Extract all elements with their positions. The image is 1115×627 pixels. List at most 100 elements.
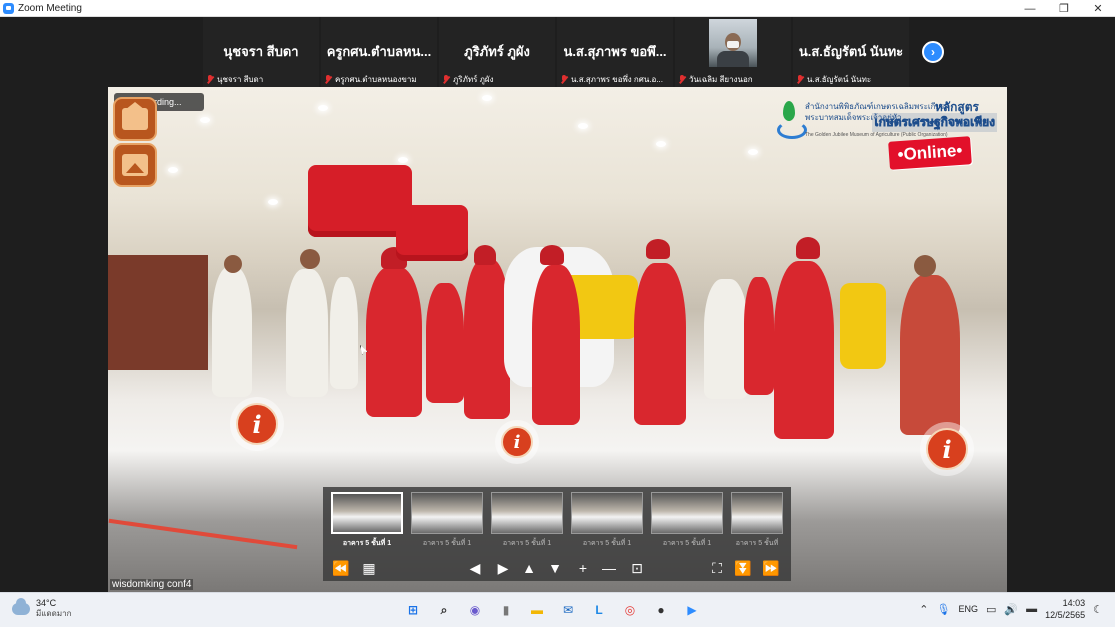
home-button[interactable]	[113, 97, 157, 141]
forward-button[interactable]: ⏩	[761, 557, 781, 579]
info-hotspot-button[interactable]: i	[501, 426, 533, 458]
clock-date: 12/5/2565	[1045, 610, 1086, 620]
rewind-button[interactable]: ⏪	[331, 557, 351, 579]
figure-red	[634, 263, 686, 425]
scene-thumbnail-image	[651, 492, 723, 534]
window-title: Zoom Meeting	[18, 2, 82, 14]
online-badge: •Online•	[888, 136, 972, 170]
participant-name: น.ส.ธัญรัตน์ นันทะ	[798, 44, 904, 59]
zoom-icon[interactable]: ▶	[681, 599, 703, 621]
chat-icon[interactable]: ◉	[464, 599, 486, 621]
pan-left-button[interactable]: ◀	[465, 557, 485, 579]
weather-desc: มีแดดมาก	[36, 609, 72, 618]
scene-thumbnail[interactable]: อาคาร 5 ชั้นที่ 1	[491, 492, 563, 550]
figure-red	[532, 265, 580, 425]
weather-widget[interactable]: 34°C มีแดดมาก	[12, 597, 72, 619]
figure-hat	[474, 245, 496, 265]
scene-thumbnail[interactable]: อาคาร 5 ชั้นที่ 1	[651, 492, 723, 550]
ceiling-light	[200, 117, 210, 123]
participant-footer: ครูกศน.ตำบลหนองขาม	[324, 73, 417, 85]
chrome-icon[interactable]: ◎	[619, 599, 641, 621]
pan-down-button[interactable]: ▼	[545, 557, 565, 579]
participant-tile[interactable]: น.ส.สุภาพร ขอพึ... น.ส.สุภาพร ขอพึ่ง กศน…	[557, 17, 673, 87]
folder-icon[interactable]: ▬	[526, 599, 548, 621]
participant-tile[interactable]: น.ส.ธัญรัตน์ นันทะ น.ส.ธัญรัตน์ นันทะ	[793, 17, 909, 87]
mail-icon[interactable]: ✉	[557, 599, 579, 621]
tour-navigation-panel: อาคาร 5 ชั้นที่ 1 อาคาร 5 ชั้นที่ 1 อาคา…	[323, 487, 791, 581]
vr-mode-button[interactable]: ⊡	[627, 557, 647, 579]
participant-footer: น.ส.ธัญรัตน์ นันทะ	[796, 73, 871, 85]
participant-footer: วันเฉลิม สียางนอก	[678, 73, 753, 85]
mic-muted-icon	[560, 74, 568, 84]
taskbar-apps: ⊞ ⌕ ◉ ▮ ▬ ✉ L ◎ ● ▶	[402, 599, 703, 621]
clock[interactable]: 14:03 12/5/2565	[1045, 597, 1085, 621]
participant-label: น.ส.ธัญรัตน์ นันทะ	[807, 74, 872, 84]
fullscreen-button[interactable]: ⛶	[707, 557, 727, 579]
participant-tile-video[interactable]: วันเฉลิม สียางนอก	[675, 17, 791, 87]
ceiling-light	[318, 105, 328, 111]
participant-tile[interactable]: ภูริภัทร์ ภูผัง ภูริภัทร์ ภูผัง	[439, 17, 555, 87]
participant-name: ครูกศน.ตำบลหน...	[326, 44, 432, 59]
shared-screen: Recording... สำนักงานพิพิธภัณฑ์เกษตรเฉลิ…	[108, 87, 1007, 592]
museum-english-name: The Golden Jubilee Museum of Agriculture…	[805, 132, 948, 138]
search-icon[interactable]: ⌕	[433, 599, 455, 621]
notification-icon[interactable]: ☾	[1093, 603, 1103, 616]
participant-label: ครูกศน.ตำบลหนองขาม	[335, 74, 417, 84]
ceiling-light	[578, 123, 588, 129]
grid-button[interactable]: ▦	[359, 557, 379, 579]
next-participants-button[interactable]: ›	[922, 41, 944, 63]
scene-label: อาคาร 5 ชั้นที่ 1	[662, 540, 712, 547]
chevron-up-icon[interactable]: ⌃	[919, 603, 928, 616]
mic-muted-icon	[678, 74, 686, 84]
microphone-icon[interactable]: 🎙	[936, 603, 950, 616]
participant-tile[interactable]: ครูกศน.ตำบลหน... ครูกศน.ตำบลหนองขาม	[321, 17, 437, 87]
participant-name: ภูริภัทร์ ภูผัง	[464, 44, 530, 59]
window-controls: — ❐ ✕	[1013, 0, 1115, 17]
ceiling-light	[398, 157, 408, 163]
network-icon[interactable]: ▭	[986, 603, 996, 616]
info-hotspot-button[interactable]: i	[926, 428, 968, 470]
participant-video	[709, 19, 757, 67]
info-hotspot-button[interactable]: i	[236, 403, 278, 445]
volume-icon[interactable]: 🔊	[1004, 603, 1018, 616]
figure-red	[426, 283, 464, 403]
zoom-in-button[interactable]: +	[573, 557, 593, 579]
start-icon[interactable]: ⊞	[402, 599, 424, 621]
figure-hat	[796, 237, 820, 259]
media-icon[interactable]: ●	[650, 599, 672, 621]
device-icon[interactable]: ▮	[495, 599, 517, 621]
wall-panel	[108, 255, 208, 370]
scene-thumbnail-image	[331, 492, 403, 534]
gallery-button[interactable]	[113, 143, 157, 187]
hide-thumbnails-button[interactable]: ⏬	[733, 557, 753, 579]
zoom-app-icon	[3, 2, 14, 14]
ceiling-light	[656, 141, 666, 147]
scene-thumbnail-image	[411, 492, 483, 534]
figure-red	[774, 261, 834, 439]
scene-label: อาคาร 5 ชั้นที่ 1	[422, 540, 472, 547]
language-indicator[interactable]: ENG	[958, 604, 978, 614]
pan-right-button[interactable]: ▶	[493, 557, 513, 579]
video-person-mask	[727, 41, 739, 48]
pan-up-button[interactable]: ▲	[519, 557, 539, 579]
figure-gold	[840, 283, 886, 369]
scene-thumbnail[interactable]: อาคาร 5 ชั้นที่ 1	[571, 492, 643, 550]
close-button[interactable]: ✕	[1081, 0, 1115, 17]
red-umbrella	[396, 205, 468, 261]
participant-tile[interactable]: นุชจรา สีบดา นุชจรา สีบดา	[203, 17, 319, 87]
figure-white	[704, 279, 748, 399]
battery-icon[interactable]: ▬	[1026, 603, 1037, 615]
line-icon[interactable]: L	[588, 599, 610, 621]
zoom-out-button[interactable]: —	[599, 557, 619, 579]
minimize-button[interactable]: —	[1013, 0, 1047, 17]
figure-red	[744, 277, 774, 395]
participant-strip: นุชจรา สีบดา นุชจรา สีบดา ครูกศน.ตำบลหน.…	[203, 17, 909, 87]
restore-button[interactable]: ❐	[1047, 0, 1081, 17]
mic-muted-icon	[206, 74, 214, 84]
scene-thumbnail[interactable]: อาคาร 5 ชั้นที่	[731, 492, 783, 550]
figure-dancer	[900, 275, 960, 435]
scene-thumbnail[interactable]: อาคาร 5 ชั้นที่ 1	[411, 492, 483, 550]
meeting-area: นุชจรา สีบดา นุชจรา สีบดา ครูกศน.ตำบลหน.…	[0, 17, 1115, 592]
scene-thumbnail[interactable]: อาคาร 5 ชั้นที่ 1	[331, 492, 403, 550]
video-person-body	[717, 51, 749, 67]
